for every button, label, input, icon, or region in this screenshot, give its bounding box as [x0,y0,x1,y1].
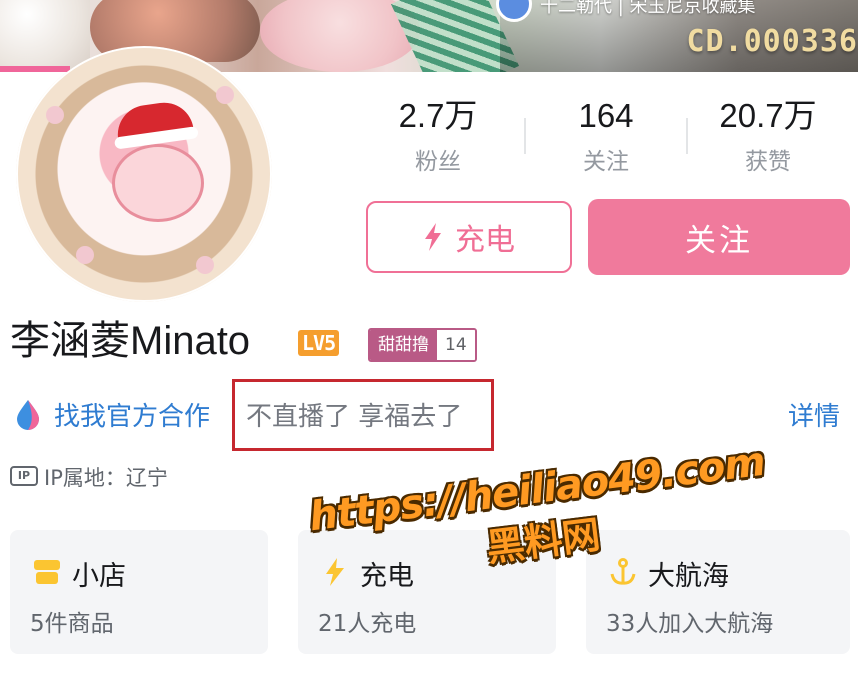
card-title: 大航海 [648,561,729,592]
username: 李涵菱Minato [10,319,251,363]
charge-button-label: 充电 [455,223,515,258]
follow-button-label: 关注 [685,222,753,259]
stat-following[interactable]: 164 关注 [526,96,686,176]
card-subtitle: 33人加入大航海 [606,611,774,637]
fan-medal-name: 甜甜撸 [370,330,437,360]
stat-label: 关注 [583,149,629,175]
water-drop-icon [17,400,39,430]
banner-progress-strip [0,66,70,72]
blossom-decoration [196,256,214,274]
business-cooperation-link[interactable]: 找我官方合作 [54,396,210,433]
voyage-card[interactable]: 大航海 33人加入大航海 [586,530,850,654]
fan-medal-level: 14 [437,330,475,360]
santa-hat-icon [114,98,194,144]
card-title: 小店 [72,561,126,592]
blossom-decoration [76,246,94,264]
banner-code: CD.000336 [686,24,858,59]
charge-button[interactable]: 充电 [366,201,572,273]
stat-value: 20.7万 [719,97,817,134]
fan-medal[interactable]: 甜甜撸 14 [368,328,477,362]
follow-button[interactable]: 关注 [588,199,850,275]
shop-icon [34,560,60,584]
detail-link[interactable]: 详情 [788,396,840,433]
stat-value: 2.7万 [398,97,478,134]
watermark-url: https://heiliao49.com [306,438,768,541]
stat-followers[interactable]: 2.7万 粉丝 [358,96,518,176]
blossom-decoration [46,106,64,124]
ip-badge-icon: IP [10,466,38,486]
lightning-icon [425,223,441,251]
card-subtitle: 5件商品 [30,611,114,637]
battery-icon [326,558,344,586]
stat-label: 粉丝 [415,149,461,175]
stat-value: 164 [578,97,634,134]
charge-card[interactable]: 充电 21人充电 [298,530,556,654]
anchor-icon [610,558,636,585]
stat-likes[interactable]: 20.7万 获赞 [688,96,848,176]
avatar-character [112,144,204,222]
level-badge: LV5 [298,330,340,356]
banner-art [0,0,90,72]
blossom-decoration [216,86,234,104]
shop-card[interactable]: 小店 5件商品 [10,530,268,654]
ip-location: IP属地：辽宁 [44,466,168,490]
highlight-box [232,379,494,451]
banner-tag: 十二勒代 | 宋玉尼京收藏集 [540,0,756,17]
stat-label: 获赞 [745,149,791,175]
card-title: 充电 [360,561,414,592]
avatar[interactable] [16,46,272,302]
card-subtitle: 21人充电 [318,611,417,637]
